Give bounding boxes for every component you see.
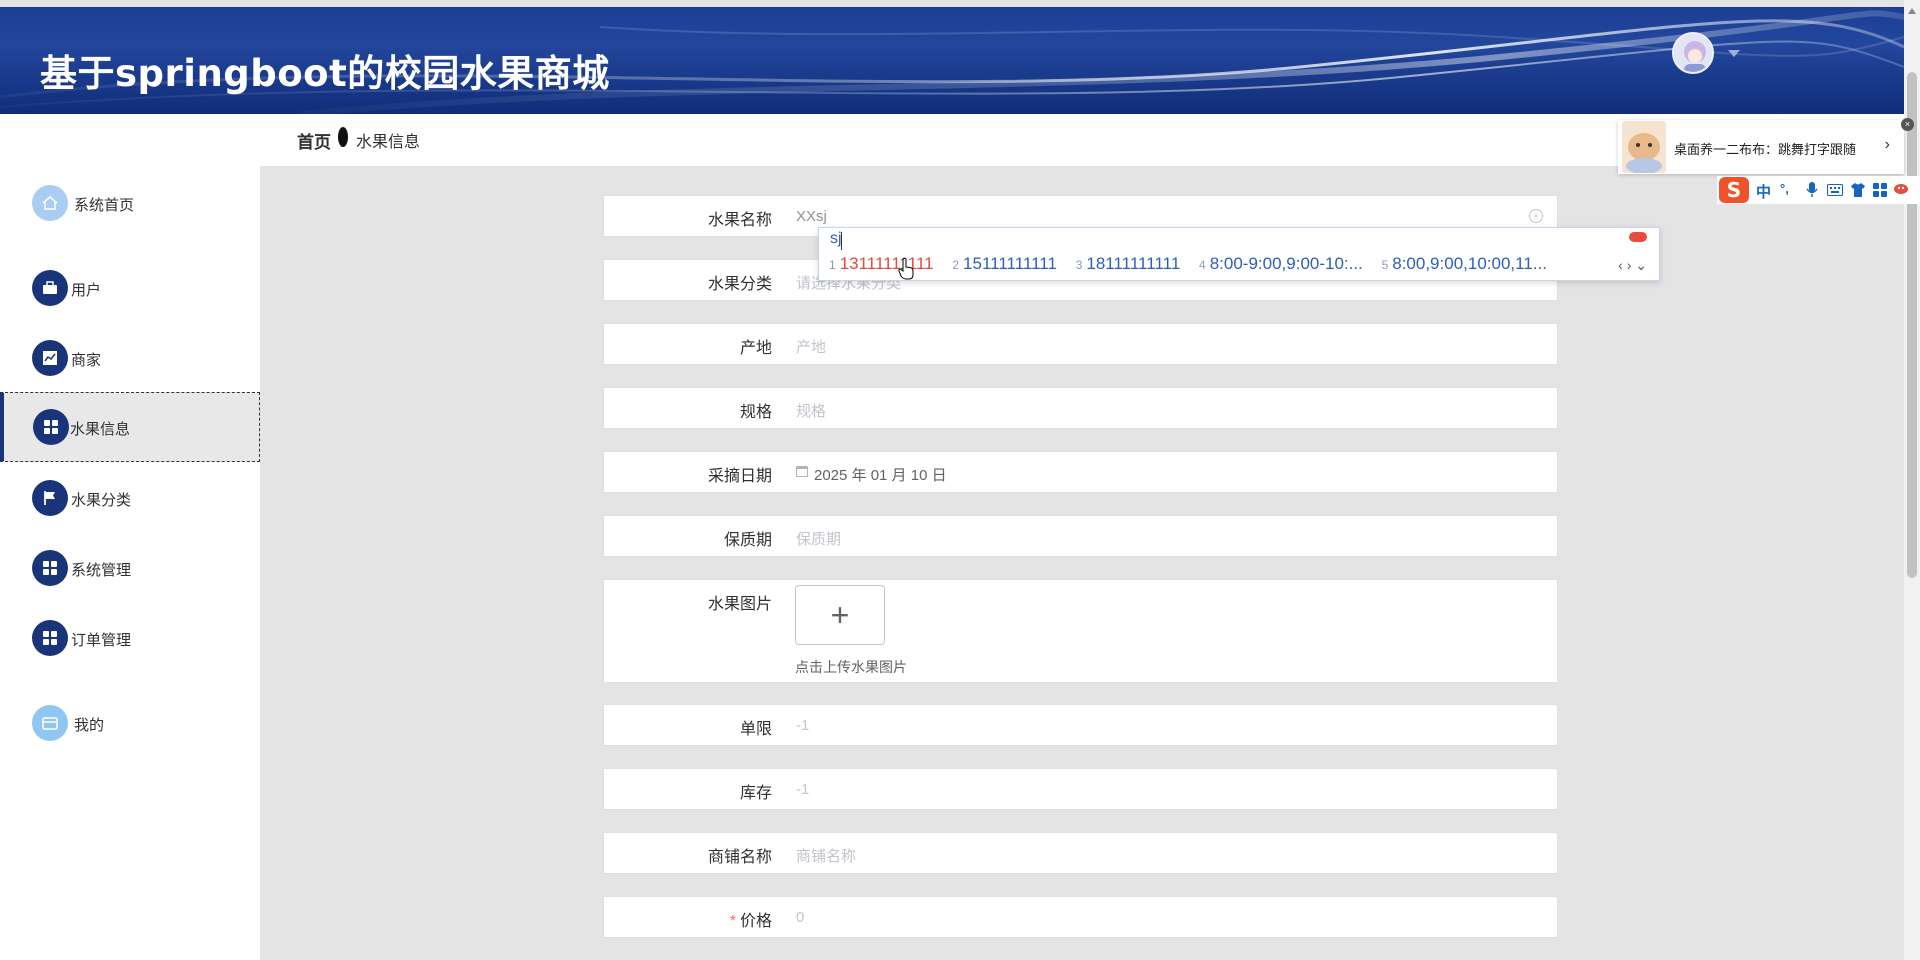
spec-input[interactable]: 规格: [796, 400, 826, 421]
spec-label: 规格: [739, 404, 772, 421]
form-row-shop-name: 商铺名称 商铺名称: [603, 832, 1558, 874]
ime-pet-icon: [1629, 232, 1647, 242]
shop-name-label: 商铺名称: [707, 849, 772, 866]
ime-candidate[interactable]: 5 8:00,9:00,10:00,11...: [1382, 254, 1547, 273]
form-row-origin: 产地 产地: [603, 323, 1558, 365]
required-mark: *: [729, 913, 736, 930]
hand-cursor-icon: [898, 258, 914, 280]
sidebar-item-system[interactable]: 系统管理: [0, 533, 260, 603]
origin-label: 产地: [739, 340, 772, 357]
app-header: 基于springboot的校园水果商城: [0, 7, 1904, 114]
briefcase-icon: [32, 270, 68, 306]
ime-candidate-window: sj 1 13111111111 2 15111111111 3 1811111111…: [818, 227, 1660, 281]
sidebar-item-fruit-info[interactable]: 水果信息: [0, 392, 260, 462]
limit-label: 单限: [739, 721, 772, 738]
plus-icon: +: [830, 596, 850, 633]
sidebar-item-label: 系统管理: [71, 562, 132, 579]
mic-icon[interactable]: [1806, 182, 1818, 198]
ime-candidate[interactable]: 1 13111111111: [829, 254, 934, 273]
breadcrumb-current: 水果信息: [356, 134, 421, 151]
ime-punct-toggle[interactable]: °,: [1780, 181, 1789, 196]
apps-icon[interactable]: [1873, 183, 1887, 197]
price-input[interactable]: 0: [796, 909, 804, 926]
breadcrumb-separator-icon: [338, 127, 348, 147]
stock-label: 库存: [739, 785, 772, 802]
sidebar-item-label: 用户: [71, 282, 102, 299]
app-title: 基于springboot的校园水果商城: [40, 52, 610, 95]
user-avatar[interactable]: [1672, 32, 1714, 74]
pick-date-input[interactable]: 2025 年 01 月 10 日: [814, 464, 947, 485]
ime-candidate[interactable]: 2 15111111111: [952, 254, 1057, 273]
ime-composition: sj: [830, 230, 842, 247]
fruit-category-label: 水果分类: [707, 276, 772, 293]
sidebar-item-label: 商家: [71, 352, 102, 369]
pick-date-label: 采摘日期: [707, 468, 772, 485]
wallet-icon: [32, 705, 68, 741]
form-row-pick-date: 采摘日期 2025 年 01 月 10 日: [603, 451, 1558, 493]
ime-caret: [841, 232, 842, 250]
home-icon: [32, 185, 68, 221]
desktop-pet-notice[interactable]: 桌面养一二布布：跳舞打字跟随 ›: [1618, 120, 1904, 174]
limit-input[interactable]: -1: [796, 717, 809, 734]
sidebar-item-merchants[interactable]: 商家: [0, 323, 260, 393]
scrollbar-thumb[interactable]: [1907, 72, 1917, 578]
shelf-life-label: 保质期: [723, 532, 772, 549]
pet-thumbnail: [1622, 121, 1666, 173]
sidebar: 系统首页 用户 商家 水果信息 水果分类 系统管理 订单管理 我的: [0, 114, 260, 960]
scroll-up-icon[interactable]: [1908, 8, 1916, 14]
sidebar-item-users[interactable]: 用户: [0, 253, 260, 323]
price-label: * 价格: [730, 907, 772, 931]
upload-tip: 点击上传水果图片: [795, 659, 907, 675]
sidebar-item-label: 水果分类: [71, 492, 132, 509]
stock-input[interactable]: -1: [796, 781, 809, 798]
breadcrumb-home[interactable]: 首页: [297, 128, 331, 153]
ime-candidate[interactable]: 4 8:00-9:00,9:00-10:...: [1199, 254, 1363, 273]
fruit-name-value: XXsj: [796, 208, 827, 225]
ime-page-nav[interactable]: ‹ › ⌄: [1618, 257, 1647, 274]
chevron-right-icon[interactable]: ›: [1885, 136, 1890, 154]
page-scrollbar[interactable]: [1904, 0, 1920, 960]
chart-icon: [32, 340, 68, 376]
ime-mode-toggle[interactable]: 中: [1756, 181, 1771, 202]
ime-candidate[interactable]: 3 18111111111: [1076, 254, 1181, 273]
keyboard-icon[interactable]: [1827, 184, 1843, 196]
form-row-stock: 库存 -1: [603, 768, 1558, 810]
sidebar-item-label: 水果信息: [70, 421, 131, 438]
sidebar-item-mine[interactable]: 我的: [0, 688, 260, 758]
sidebar-item-label: 系统首页: [74, 197, 135, 214]
form-row-spec: 规格 规格: [603, 387, 1558, 429]
clear-icon[interactable]: ×: [1529, 209, 1543, 223]
sidebar-item-orders[interactable]: 订单管理: [0, 603, 260, 673]
grid-icon: [33, 409, 69, 445]
sidebar-item-fruit-category[interactable]: 水果分类: [0, 463, 260, 533]
close-icon[interactable]: ×: [1901, 118, 1914, 131]
ime-toolbar: S 中 °,: [1717, 176, 1920, 204]
sidebar-item-label: 我的: [74, 717, 105, 734]
origin-input[interactable]: 产地: [796, 336, 826, 357]
price-label-text: 价格: [739, 913, 772, 930]
fruit-image-label: 水果图片: [707, 596, 772, 613]
form-row-shelf-life: 保质期 保质期: [603, 515, 1558, 557]
grid-icon: [32, 550, 68, 586]
shelf-life-input[interactable]: 保质期: [796, 528, 841, 549]
sidebar-item-home[interactable]: 系统首页: [0, 168, 260, 238]
form-row-fruit-image: 水果图片 + 点击上传水果图片: [603, 579, 1558, 683]
pet-icon[interactable]: [1893, 183, 1909, 195]
upload-button[interactable]: +: [795, 585, 885, 645]
fruit-name-input[interactable]: XXsj: [796, 208, 827, 225]
calendar-icon: [796, 466, 808, 477]
flag-icon: [32, 480, 68, 516]
chevron-down-icon[interactable]: [1728, 50, 1740, 57]
sogou-logo-icon[interactable]: S: [1719, 177, 1749, 203]
shirt-icon[interactable]: [1850, 182, 1866, 198]
form-row-limit: 单限 -1: [603, 704, 1558, 746]
ime-candidate-list: 1 13111111111 2 15111111111 3 18111111111 4…: [829, 254, 1561, 274]
form-row-price: * 价格 0: [603, 896, 1558, 938]
sidebar-item-label: 订单管理: [71, 632, 132, 649]
shop-name-input[interactable]: 商铺名称: [796, 845, 856, 866]
fruit-name-label: 水果名称: [707, 212, 772, 229]
grid-icon: [32, 620, 68, 656]
notice-text: 桌面养一二布布：跳舞打字跟随: [1674, 142, 1857, 157]
